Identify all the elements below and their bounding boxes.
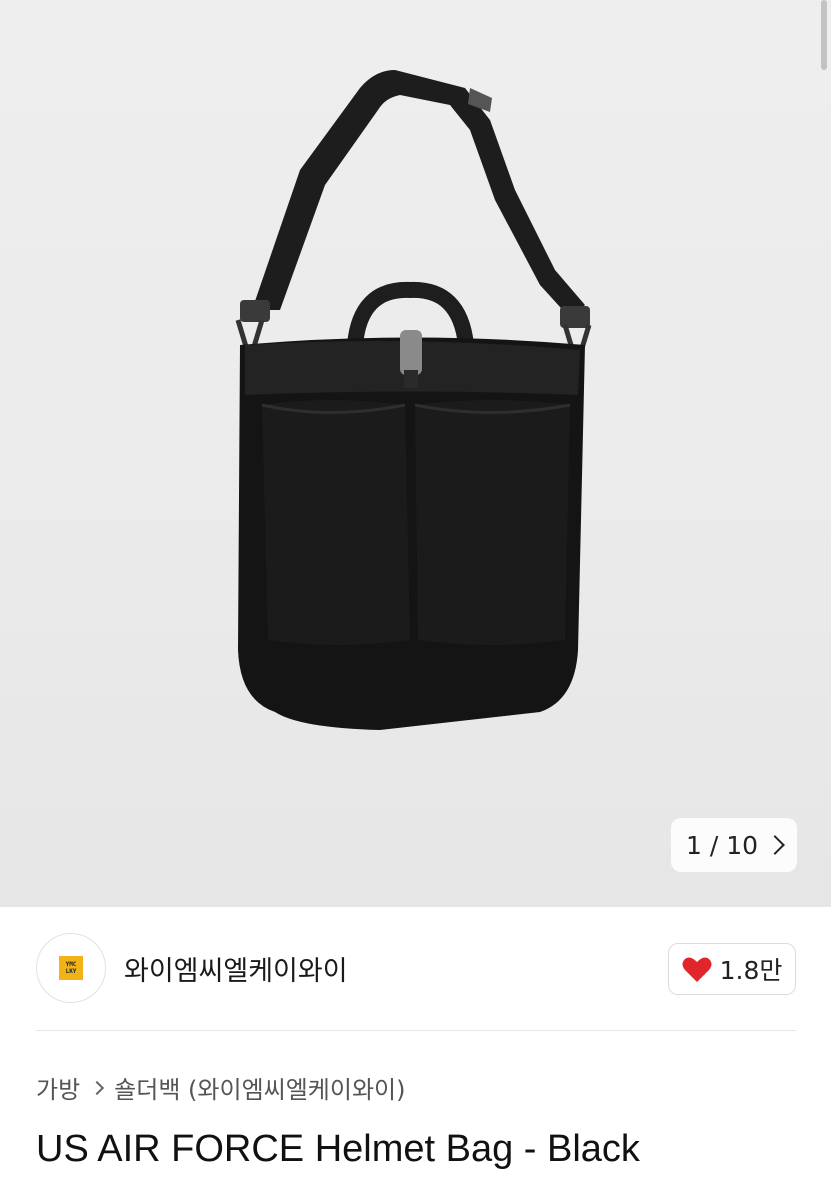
divider bbox=[36, 1030, 796, 1031]
image-counter: 1 / 10 bbox=[685, 830, 759, 860]
breadcrumb-item-bag[interactable]: 가방 bbox=[36, 1070, 80, 1105]
like-button[interactable]: 1.8만 bbox=[668, 943, 796, 995]
like-count: 1.8만 bbox=[719, 956, 783, 985]
heart-icon bbox=[682, 957, 712, 982]
product-title: US AIR FORCE Helmet Bag - Black bbox=[36, 1128, 640, 1170]
chevron-right-icon bbox=[90, 1080, 105, 1095]
shop-row[interactable]: YMC LKY 와이엠씨엘케이와이 1.8만 bbox=[36, 933, 796, 1003]
product-photo bbox=[235, 70, 592, 730]
image-pager[interactable]: 1 / 10 bbox=[671, 818, 797, 872]
breadcrumb-item-shoulder-bag[interactable]: 숄더백 (와이엠씨엘케이와이) bbox=[114, 1070, 405, 1105]
shop-avatar[interactable]: YMC LKY bbox=[36, 933, 106, 1003]
breadcrumb: 가방 숄더백 (와이엠씨엘케이와이) bbox=[36, 1070, 406, 1105]
scrollbar[interactable] bbox=[821, 0, 827, 70]
shop-logo-icon: YMC LKY bbox=[59, 956, 83, 980]
chevron-right-icon[interactable] bbox=[765, 835, 785, 855]
shop-name[interactable]: 와이엠씨엘케이와이 bbox=[124, 949, 348, 988]
product-image-gallery[interactable]: 1 / 10 bbox=[0, 0, 831, 907]
